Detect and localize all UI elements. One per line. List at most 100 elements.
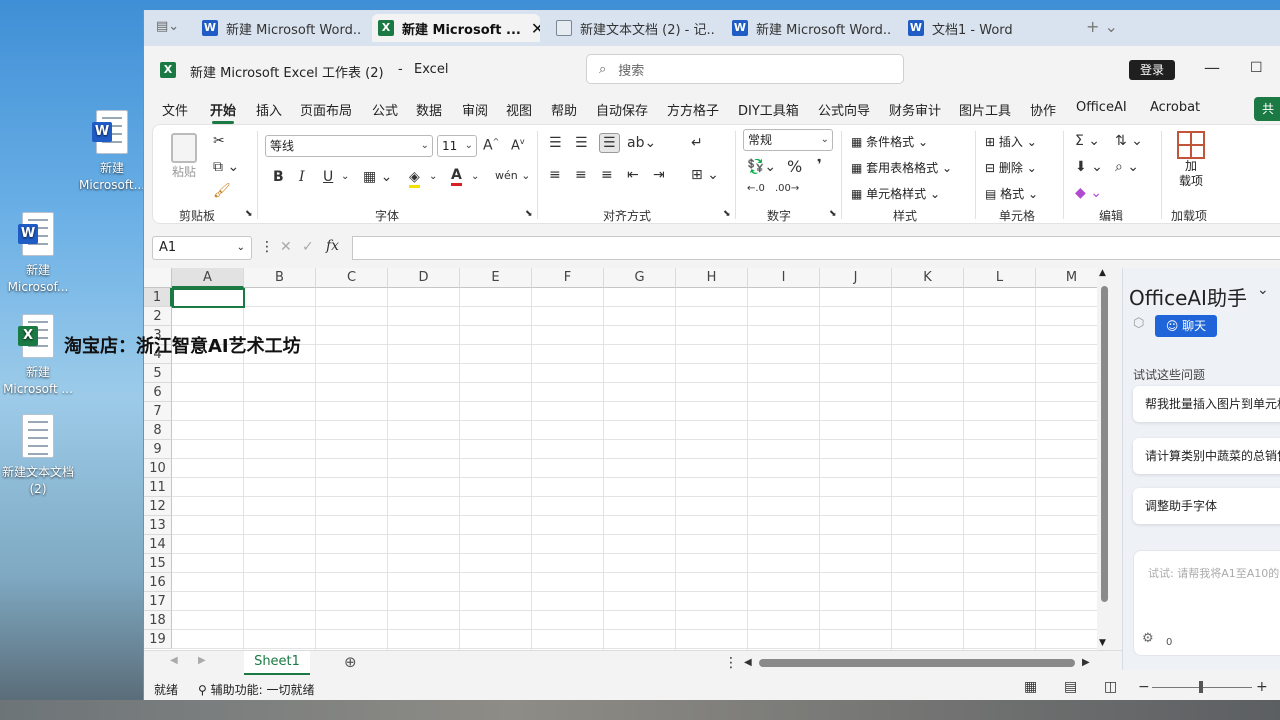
row-header[interactable]: 13 [144,516,172,535]
chat-input[interactable]: 试试: 请帮我将A1至A10的 ⚙ 0 [1133,550,1280,656]
suggestion-item[interactable]: 调整助手字体 [1133,488,1280,524]
column-header[interactable]: H [676,268,748,288]
column-header[interactable]: M [1036,268,1104,288]
menu-home[interactable]: 开始 [210,100,236,124]
scroll-left-icon[interactable]: ◀ [744,657,752,668]
add-sheet-icon[interactable]: ⊕ [344,653,357,671]
horizontal-scroll-thumb[interactable] [759,659,1075,667]
tab-word-1[interactable]: W 新建 Microsoft Word... [200,14,360,42]
accessibility-status[interactable]: ⚲ 辅助功能: 一切就绪 [198,681,314,698]
align-right-icon[interactable]: ≡ [601,167,613,183]
border-icon[interactable]: ▦ ⌄ [363,169,392,185]
desktop-icon-textfile[interactable]: 新建文本文档 (2) [0,414,76,498]
column-header[interactable]: J [820,268,892,288]
increase-indent-icon[interactable]: ⇥ [653,167,665,183]
tab-excel[interactable]: X 新建 Microsoft ... ✕ [372,14,540,42]
menu-formula-wizard[interactable]: 公式向导 [818,100,870,119]
column-header[interactable]: G [604,268,676,288]
orientation-icon[interactable]: ab⌄ [627,135,656,151]
more-icon[interactable]: ⋮ [260,239,274,255]
menu-finance[interactable]: 财务审计 [889,100,941,119]
align-top-icon[interactable]: ☰ [549,135,562,151]
column-header[interactable]: B [244,268,316,288]
row-header[interactable]: 15 [144,554,172,573]
dialog-launcher-icon[interactable]: ⬊ [525,209,533,219]
row-header[interactable]: 18 [144,611,172,630]
column-header[interactable]: L [964,268,1036,288]
font-color-icon[interactable]: A [451,167,462,186]
chevron-down-icon[interactable]: ⌄ [471,171,479,182]
chevron-down-icon[interactable]: ⌄ [341,171,349,182]
column-header[interactable]: C [316,268,388,288]
menu-review[interactable]: 审阅 [462,100,488,119]
decrease-indent-icon[interactable]: ⇤ [627,167,639,183]
percent-button[interactable]: % [787,157,802,176]
next-sheet-icon[interactable]: ▶ [198,655,206,666]
sheet-tab-sheet1[interactable]: Sheet1 [244,651,310,675]
cut-icon[interactable]: ✂ [213,133,225,149]
maximize-icon[interactable]: ☐ [1250,60,1263,76]
dialog-launcher-icon[interactable]: ⬊ [723,209,731,219]
gear-icon[interactable]: ⚙ [1142,631,1154,646]
enter-icon[interactable]: ✓ [302,239,314,255]
formula-input[interactable] [352,236,1280,260]
row-header[interactable]: 10 [144,459,172,478]
chevron-down-icon[interactable]: ⌄ [429,171,437,182]
menu-image-tools[interactable]: 图片工具 [959,100,1011,119]
zoom-in-icon[interactable]: + [1256,679,1268,695]
column-header[interactable]: K [892,268,964,288]
row-header[interactable]: 5 [144,364,172,383]
menu-collab[interactable]: 协作 [1030,100,1056,119]
desktop-icon-word-1[interactable]: W 新建 Microsoft... [74,110,150,194]
fill-icon[interactable]: ⬇ ⌄ [1075,159,1103,175]
scroll-right-icon[interactable]: ▶ [1082,657,1090,668]
menu-diy[interactable]: DIY工具箱 [738,100,799,119]
menu-file[interactable]: 文件 [162,100,188,119]
menu-view[interactable]: 视图 [506,100,532,119]
scroll-down-icon[interactable]: ▼ [1099,638,1106,648]
menu-insert[interactable]: 插入 [256,100,282,119]
prev-sheet-icon[interactable]: ◀ [170,655,178,666]
menu-data[interactable]: 数据 [416,100,442,119]
tab-menu-icon[interactable]: ▤⌄ [156,19,179,34]
row-header[interactable]: 2 [144,307,172,326]
paste-button[interactable]: 粘贴 [167,133,201,193]
worksheet-grid[interactable]: ABCDEFGHIJKLM 1 2 3 4 5 6 7 8 9 10 11 12 13 14 15 16 17 1… [144,268,1104,650]
tab-word-3[interactable]: W 文档1 - Word [908,14,1048,42]
find-icon[interactable]: ⌕ ⌄ [1115,159,1139,175]
column-header[interactable]: I [748,268,820,288]
new-tab-icon[interactable]: + ⌄ [1086,17,1118,36]
menu-page-layout[interactable]: 页面布局 [300,100,352,119]
decrease-font-icon[interactable]: Av [511,137,525,153]
align-center-icon[interactable]: ≡ [575,167,587,183]
row-header[interactable]: 16 [144,573,172,592]
currency-icon[interactable]: 💱⌄ [747,159,776,175]
copy-icon[interactable]: ⧉ ⌄ [213,159,239,175]
row-header[interactable]: 19 [144,630,172,649]
zoom-out-icon[interactable]: − [1138,679,1150,695]
name-box[interactable]: A1 ⌄ [152,236,252,260]
suggestion-item[interactable]: 帮我批量插入图片到单元格 [1133,386,1280,422]
format-painter-icon[interactable]: 🖌 [213,183,231,199]
clear-icon[interactable]: ◆ ⌄ [1075,185,1102,201]
sort-filter-icon[interactable]: ⇅ ⌄ [1115,133,1143,149]
more-icon[interactable]: ⋮ [724,655,738,671]
chevron-down-icon[interactable]: ⌄ [1257,282,1269,298]
delete-cells-button[interactable]: ⊟ 删除 ⌄ [985,159,1037,176]
addins-button[interactable]: 加 载项 [1171,131,1211,189]
minimize-icon[interactable]: — [1204,58,1220,77]
close-icon[interactable]: ✕ [531,19,540,38]
conditional-format-button[interactable]: ▦ 条件格式 ⌄ [851,133,928,150]
tab-word-2[interactable]: W 新建 Microsoft Word... [732,14,892,42]
vertical-scroll-thumb[interactable] [1101,286,1108,602]
row-header[interactable]: 1 [144,288,172,307]
normal-view-icon[interactable]: ▦ [1024,679,1037,695]
menu-autosave[interactable]: 自动保存 [596,100,648,119]
suggestion-item[interactable]: 请计算类别中蔬菜的总销售 [1133,438,1280,474]
align-left-icon[interactable]: ≡ [549,167,561,183]
merge-cells-icon[interactable]: ⊞ ⌄ [691,167,719,183]
menu-acrobat[interactable]: Acrobat [1150,100,1200,115]
menu-officeai[interactable]: OfficeAI [1076,100,1127,115]
increase-font-icon[interactable]: A^ [483,137,499,154]
vertical-scrollbar[interactable]: ▲ ▼ [1097,268,1111,650]
